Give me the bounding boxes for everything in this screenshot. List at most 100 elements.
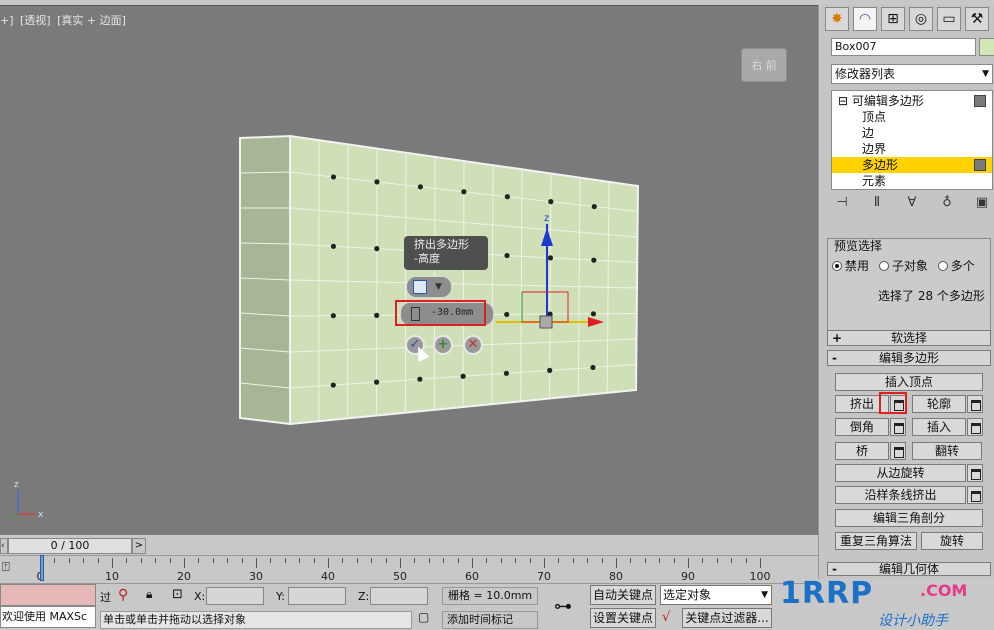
- stack-item-element[interactable]: 元素: [832, 173, 992, 189]
- selected-polygon-marker: [417, 377, 422, 382]
- extrusion-type-dropdown[interactable]: ▼: [406, 276, 452, 298]
- time-slider[interactable]: ‹ 0 / 100 >: [0, 538, 818, 555]
- current-frame-marker[interactable]: [40, 555, 44, 581]
- ruler-tick: [501, 558, 502, 563]
- ruler-tick: [126, 558, 127, 563]
- maxscript-listener[interactable]: 欢迎使用 MAXSc: [0, 584, 96, 630]
- ruler-tick: [170, 558, 171, 563]
- editable-poly-box[interactable]: z z x: [0, 6, 818, 535]
- pin-stack-icon[interactable]: ⊣: [831, 195, 853, 217]
- show-end-result-icon[interactable]: Ⅱ: [866, 195, 888, 217]
- extrude-spline-settings-button[interactable]: [967, 486, 983, 504]
- bevel-settings-button[interactable]: [890, 418, 906, 436]
- selected-polygon-marker: [548, 255, 553, 260]
- ruler-tick: [602, 558, 603, 563]
- motion-tab[interactable]: ◎: [909, 7, 933, 31]
- outline-settings-button[interactable]: [967, 395, 983, 413]
- key-filter-curve-icon[interactable]: √: [662, 610, 670, 625]
- x-coordinate-field[interactable]: [206, 587, 264, 605]
- selection-filter-dropdown[interactable]: 选定对象 ▼: [660, 585, 772, 605]
- remove-modifier-icon[interactable]: ♁: [936, 195, 958, 217]
- ruler-tick: [688, 558, 689, 568]
- add-time-tag-field[interactable]: 添加时间标记: [442, 611, 538, 629]
- ruler-tick: [717, 558, 718, 563]
- modifier-list-dropdown[interactable]: 修改器列表 ▼: [831, 64, 993, 84]
- curve-editor-icon[interactable]: ⍐: [2, 560, 22, 578]
- time-slider-thumb[interactable]: 0 / 100: [8, 538, 132, 554]
- edit-geometry-rollout[interactable]: -编辑几何体: [827, 562, 991, 576]
- perspective-viewport[interactable]: +] [透视] [真实 + 边面] 右 前 z z x: [0, 5, 818, 535]
- chevron-down-icon: ▼: [435, 279, 447, 295]
- x-label: X:: [194, 590, 205, 603]
- key-icon[interactable]: ⊶: [554, 596, 572, 617]
- previous-frame-button[interactable]: ‹: [0, 538, 8, 554]
- ruler-tick: [227, 558, 228, 563]
- retriangulate-button[interactable]: 重复三角算法: [835, 532, 917, 550]
- frame-ruler[interactable]: 0102030405060708090100: [40, 558, 780, 582]
- caddy-apply-button[interactable]: +: [433, 335, 453, 355]
- hinge-from-edge-button[interactable]: 从边旋转: [835, 464, 966, 482]
- selected-polygon-marker: [590, 365, 595, 370]
- stack-item-border[interactable]: 边界: [832, 141, 992, 157]
- selected-polygon-marker: [331, 244, 336, 249]
- set-key-button[interactable]: 设置关键点: [590, 608, 656, 628]
- auto-key-button[interactable]: 自动关键点: [590, 585, 656, 605]
- maxscript-input[interactable]: [0, 584, 96, 606]
- stack-item-vertex[interactable]: 顶点: [832, 109, 992, 125]
- selected-polygon-marker: [418, 184, 423, 189]
- maxscript-output[interactable]: 欢迎使用 MAXSc: [0, 606, 96, 628]
- next-frame-button[interactable]: >: [132, 538, 146, 554]
- z-coordinate-field[interactable]: [370, 587, 428, 605]
- configure-sets-icon[interactable]: ▣: [971, 195, 993, 217]
- flip-button[interactable]: 翻转: [912, 442, 982, 460]
- ruler-label: 100: [750, 570, 771, 583]
- modify-tab[interactable]: ◠: [853, 7, 877, 31]
- hinge-settings-button[interactable]: [967, 464, 983, 482]
- utilities-tab[interactable]: ⚒: [965, 7, 989, 31]
- add-time-tag-icon[interactable]: ▢: [418, 610, 429, 624]
- inset-button[interactable]: 插入: [912, 418, 966, 436]
- object-name-field[interactable]: Box007: [831, 38, 976, 56]
- absolute-mode-icon[interactable]: ⊡: [172, 587, 183, 602]
- y-coordinate-field[interactable]: [288, 587, 346, 605]
- stack-item-editable-poly[interactable]: ⊟ 可编辑多边形: [832, 93, 992, 109]
- caddy-cancel-button[interactable]: ✕: [463, 335, 483, 355]
- bridge-settings-button[interactable]: [890, 442, 906, 460]
- selected-polygon-marker: [461, 374, 466, 379]
- stack-item-edge[interactable]: 边: [832, 125, 992, 141]
- track-bar[interactable]: ⍐ 0102030405060708090100: [0, 555, 818, 583]
- display-tab[interactable]: ▭: [937, 7, 961, 31]
- selected-polygon-marker: [461, 189, 466, 194]
- chevron-down-icon: ▼: [761, 586, 768, 604]
- bridge-button[interactable]: 桥: [835, 442, 889, 460]
- insert-vertex-button[interactable]: 插入顶点: [835, 373, 983, 391]
- edit-triangulation-button[interactable]: 编辑三角剖分: [835, 509, 983, 527]
- make-unique-icon[interactable]: ∀: [901, 195, 923, 217]
- preview-multi-radio[interactable]: 多个: [938, 259, 975, 273]
- command-panel-tabs: ✸ ◠ ⊞ ◎ ▭ ⚒: [825, 7, 989, 31]
- y-label: Y:: [276, 590, 285, 603]
- object-color-swatch[interactable]: [979, 38, 994, 56]
- turn-button[interactable]: 旋转: [921, 532, 983, 550]
- group-extrude-icon: [413, 280, 427, 294]
- display-icon: ▭: [942, 11, 955, 27]
- ruler-tick: [616, 558, 617, 568]
- create-tab[interactable]: ✸: [825, 7, 849, 31]
- light-bulb-icon[interactable]: [974, 95, 986, 107]
- preview-subobject-radio[interactable]: 子对象: [879, 259, 928, 273]
- stack-item-polygon[interactable]: 多边形: [832, 157, 992, 173]
- hierarchy-tab[interactable]: ⊞: [881, 7, 905, 31]
- edit-polygons-rollout[interactable]: -编辑多边形: [827, 350, 991, 366]
- outline-button[interactable]: 轮廓: [912, 395, 966, 413]
- preview-disable-radio[interactable]: 禁用: [832, 259, 869, 273]
- key-filters-button[interactable]: 关键点过滤器...: [682, 608, 772, 628]
- selection-mode-label: 过: [100, 589, 111, 605]
- soft-selection-rollout[interactable]: +软选择: [827, 330, 991, 346]
- ruler-tick: [587, 558, 588, 563]
- bevel-button[interactable]: 倒角: [835, 418, 889, 436]
- extrude-along-spline-button[interactable]: 沿样条线挤出: [835, 486, 966, 504]
- inset-settings-button[interactable]: [967, 418, 983, 436]
- isolate-icon[interactable]: ⚲: [118, 587, 128, 603]
- lock-selection-icon[interactable]: 🔒︎: [146, 587, 152, 602]
- ruler-tick: [731, 558, 732, 563]
